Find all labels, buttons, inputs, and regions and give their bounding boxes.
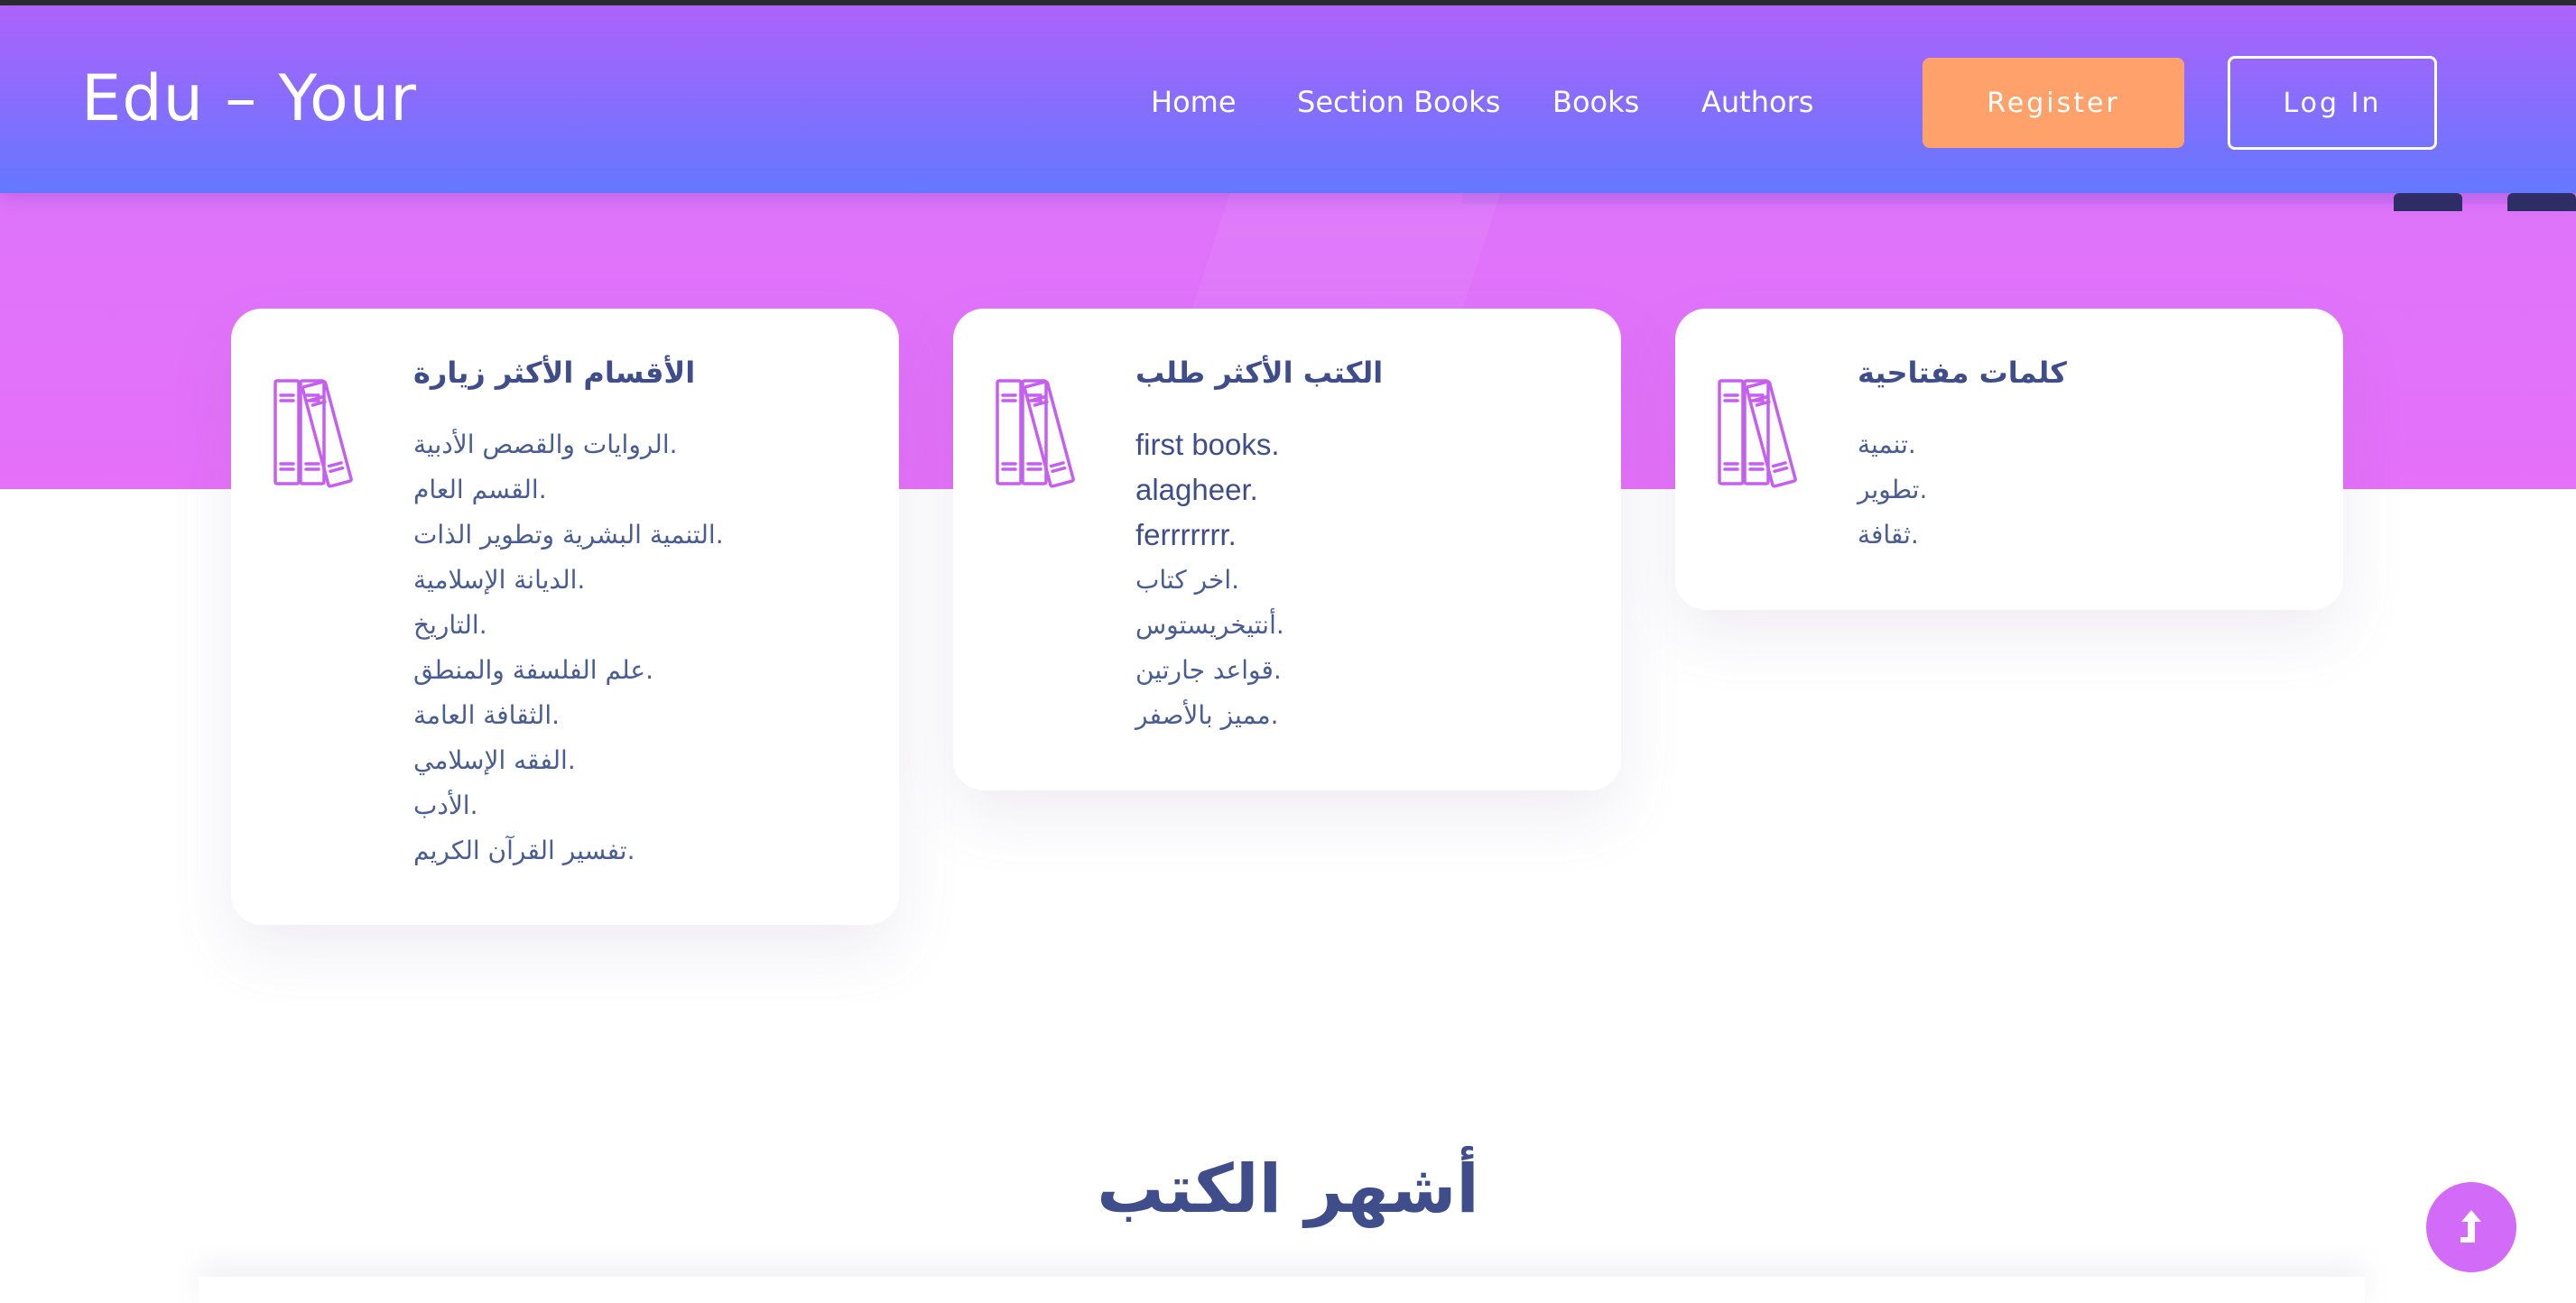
list-item-link[interactable]: أنتيخريستوس. — [1135, 603, 1284, 648]
card-list: الروايات والقصص الأدبية. القسم العام. ال… — [413, 422, 724, 873]
arrow-up-icon — [2460, 1210, 2481, 1243]
site-logo[interactable]: Edu – Your — [81, 61, 417, 135]
card-list: تنمية. تطوير. ثقافة. — [1858, 422, 1927, 558]
list-item-link[interactable]: first books. — [1135, 422, 1284, 467]
card-title: كلمات مفتاحية — [1858, 356, 2067, 390]
list-item-link[interactable]: علم الفلسفة والمنطق. — [413, 648, 724, 693]
card-title: الكتب الأكثر طلب — [1135, 356, 1384, 390]
books-icon — [273, 379, 353, 488]
list-item-link[interactable]: الروايات والقصص الأدبية. — [413, 422, 724, 467]
list-item-link[interactable]: alagheer. — [1135, 467, 1284, 513]
list-item-link[interactable]: القسم العام. — [413, 467, 724, 513]
card-title: الأقسام الأكثر زيارة — [413, 356, 696, 390]
scroll-to-top-button[interactable] — [2426, 1182, 2516, 1272]
card-most-requested-books: الكتب الأكثر طلب first books. alagheer. … — [953, 309, 1621, 790]
list-item-link[interactable]: ferrrrrrr. — [1135, 513, 1284, 558]
hero-dark-shape — [2394, 193, 2462, 211]
list-item-link[interactable]: الفقه الإسلامي. — [413, 738, 724, 783]
list-item-link[interactable]: اخر كتاب. — [1135, 558, 1284, 603]
list-item-link[interactable]: تطوير. — [1858, 467, 1927, 513]
register-button[interactable]: Register — [1923, 58, 2184, 148]
list-item-link[interactable]: تنمية. — [1858, 422, 1927, 467]
list-item-link[interactable]: مميز بالأصفر. — [1135, 693, 1284, 738]
list-item-link[interactable]: الثقافة العامة. — [413, 693, 724, 738]
card-keywords: كلمات مفتاحية تنمية. تطوير. ثقافة. — [1675, 309, 2343, 610]
nav-link-books[interactable]: Books — [1552, 85, 1639, 119]
nav-link-home[interactable]: Home — [1151, 85, 1237, 119]
list-item-link[interactable]: التاريخ. — [413, 603, 724, 648]
hero-dark-shape — [2507, 193, 2576, 211]
card-list: first books. alagheer. ferrrrrrr. اخر كت… — [1135, 422, 1284, 738]
list-item-link[interactable]: تفسير القرآن الكريم. — [413, 828, 724, 873]
navbar: Edu – Your Home Section Books Books Auth… — [0, 5, 2576, 193]
login-button[interactable]: Log In — [2228, 56, 2437, 150]
list-item-link[interactable]: ثقافة. — [1858, 513, 1927, 558]
list-item-link[interactable]: قواعد جارتين. — [1135, 648, 1284, 693]
next-section-edge — [199, 1277, 2365, 1303]
list-item-link[interactable]: التنمية البشرية وتطوير الذات. — [413, 513, 724, 558]
nav-link-section-books[interactable]: Section Books — [1297, 85, 1500, 119]
list-item-link[interactable]: الديانة الإسلامية. — [413, 558, 724, 603]
books-icon — [1718, 379, 1797, 488]
list-item-link[interactable]: الأدب. — [413, 783, 724, 828]
books-icon — [996, 379, 1075, 488]
card-most-visited-sections: الأقسام الأكثر زيارة الروايات والقصص الأ… — [231, 309, 899, 925]
section-title-popular-books: أشهر الكتب — [1097, 1151, 1479, 1228]
nav-link-authors[interactable]: Authors — [1701, 85, 1813, 119]
